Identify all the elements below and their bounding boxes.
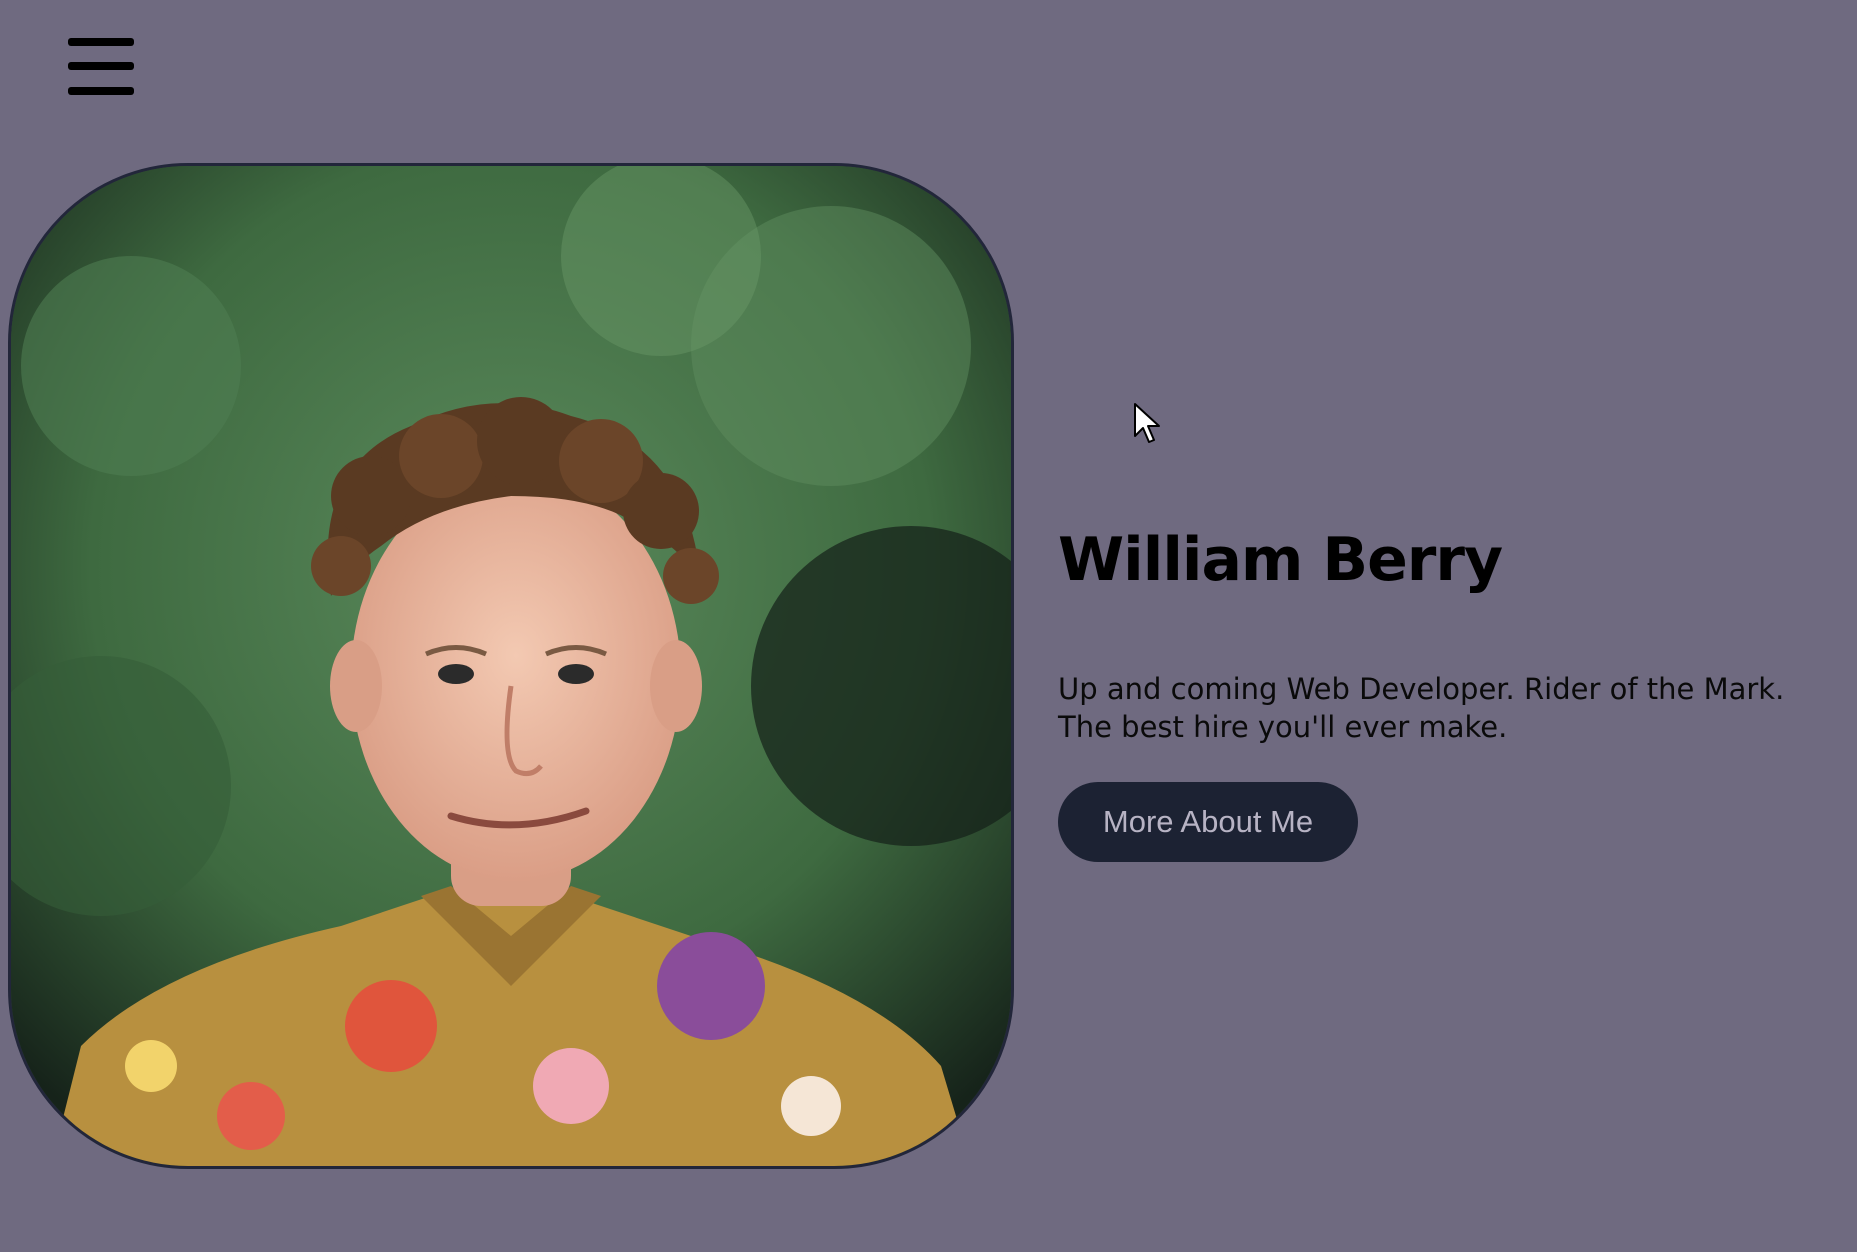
profile-photo: [8, 163, 1014, 1169]
profile-photo-illustration: [11, 166, 1011, 1166]
more-about-me-button[interactable]: More About Me: [1058, 782, 1358, 862]
menu-bar-top: [68, 38, 134, 46]
page: William Berry Up and coming Web Develope…: [0, 0, 1857, 1252]
hero-section: William Berry Up and coming Web Develope…: [1058, 520, 1818, 862]
menu-bar-bottom: [68, 87, 134, 95]
hero-tagline-line2: The best hire you'll ever make.: [1058, 710, 1508, 744]
menu-bar-middle: [68, 62, 134, 70]
hero-name: William Berry: [1058, 525, 1503, 595]
hero-tagline: Up and coming Web Developer. Rider of th…: [1058, 670, 1818, 746]
hero-tagline-line1: Up and coming Web Developer. Rider of th…: [1058, 672, 1785, 706]
mouse-cursor-icon: [1134, 403, 1160, 443]
hamburger-menu-icon[interactable]: [68, 38, 134, 96]
